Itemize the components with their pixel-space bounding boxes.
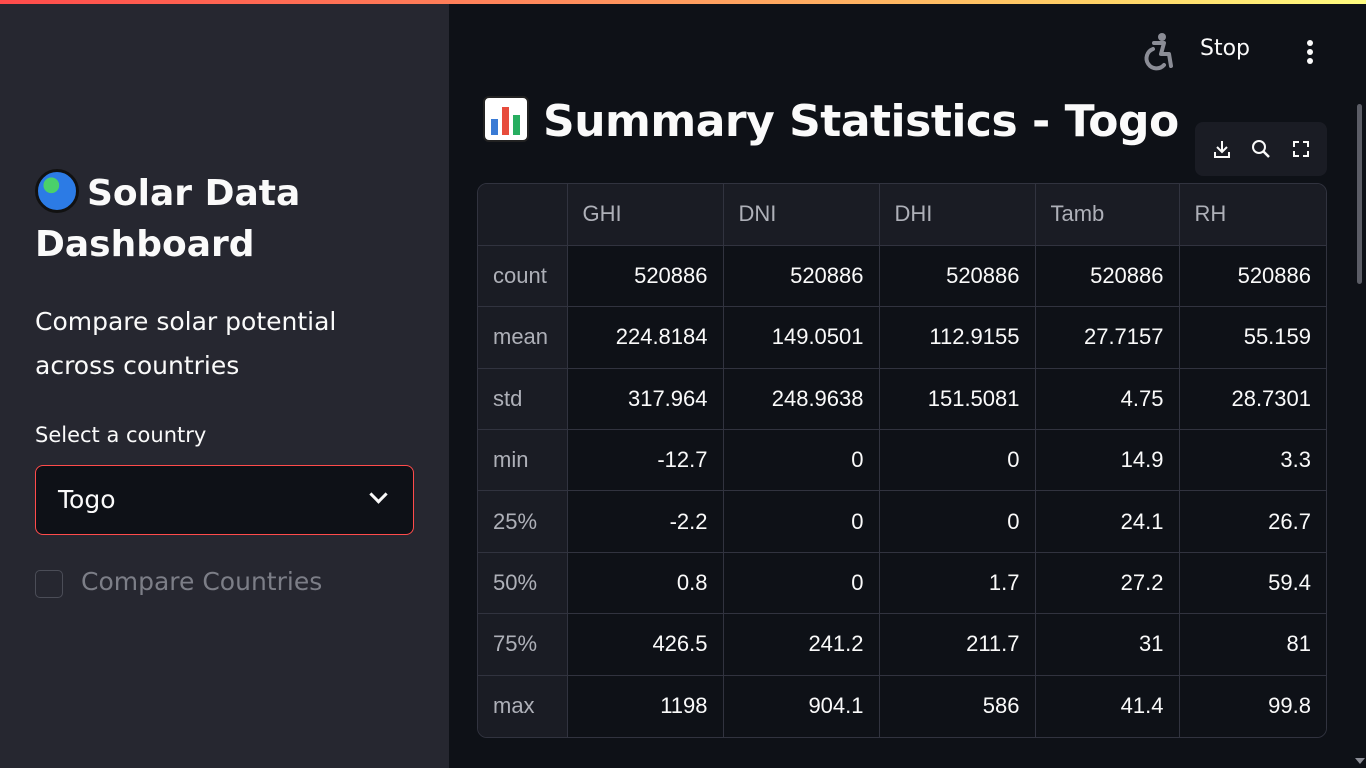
- table-cell[interactable]: 520886: [566, 244, 724, 308]
- table-cell[interactable]: 426.5: [566, 613, 724, 676]
- download-icon[interactable]: [1211, 138, 1233, 160]
- table-cell[interactable]: -12.7: [566, 429, 724, 492]
- table-cell[interactable]: 0.8: [566, 551, 724, 615]
- table-row: 75% 426.5 241.2 211.7 31 81: [478, 613, 1326, 676]
- row-label[interactable]: 75%: [478, 613, 568, 676]
- table-cell[interactable]: 520886: [1178, 244, 1326, 308]
- table-cell[interactable]: 520886: [722, 244, 880, 308]
- table-toolbar: [1195, 122, 1327, 176]
- table-header-row: GHI DNI DHI Tamb RH: [478, 184, 1326, 246]
- column-header[interactable]: DHI: [878, 184, 1036, 246]
- table-cell[interactable]: 211.7: [878, 613, 1036, 676]
- table-cell[interactable]: 28.7301: [1178, 367, 1326, 431]
- table-row: 50% 0.8 0 1.7 27.2 59.4: [478, 551, 1326, 615]
- table-cell[interactable]: 26.7: [1178, 490, 1326, 553]
- column-header[interactable]: Tamb: [1034, 184, 1180, 246]
- table-cell[interactable]: 241.2: [722, 613, 880, 676]
- table-row: std 317.964 248.9638 151.5081 4.75 28.7301: [478, 367, 1326, 431]
- table-row: 25% -2.2 0 0 24.1 26.7: [478, 490, 1326, 553]
- table-cell[interactable]: 99.8: [1178, 674, 1326, 737]
- scroll-down-arrow-icon[interactable]: [1355, 758, 1365, 764]
- table-row: min -12.7 0 0 14.9 3.3: [478, 429, 1326, 492]
- column-header[interactable]: GHI: [566, 184, 724, 246]
- table-cell[interactable]: 520886: [878, 244, 1036, 308]
- table-cell[interactable]: 81: [1178, 613, 1326, 676]
- scrollbar[interactable]: [1357, 104, 1362, 284]
- row-label[interactable]: max: [478, 674, 568, 737]
- table-cell[interactable]: 0: [878, 490, 1036, 553]
- fullscreen-icon[interactable]: [1290, 138, 1312, 160]
- table-cell[interactable]: 317.964: [566, 367, 724, 431]
- data-table: GHI DNI DHI Tamb RH count 520886 520886 520886 5…: [478, 184, 1326, 737]
- column-header[interactable]: DNI: [722, 184, 880, 246]
- table-cell[interactable]: 27.7157: [1034, 306, 1180, 369]
- row-label[interactable]: count: [478, 244, 568, 308]
- bar-chart-icon: [483, 96, 529, 142]
- table-cell[interactable]: 0: [722, 551, 880, 615]
- table-cell[interactable]: 55.159: [1178, 306, 1326, 369]
- page-title: Summary Statistics - Togo: [483, 96, 1179, 147]
- table-cell[interactable]: 248.9638: [722, 367, 880, 431]
- country-select-value: Togo: [58, 485, 116, 514]
- page-title-text: Summary Statistics - Togo: [543, 96, 1179, 147]
- sidebar-description: Compare solar potential across countries: [35, 307, 337, 380]
- sidebar: Solar Data Dashboard Compare solar poten…: [0, 0, 449, 768]
- row-label[interactable]: 25%: [478, 490, 568, 553]
- country-select-label: Select a country: [35, 423, 207, 447]
- table-row: count 520886 520886 520886 520886 520886: [478, 244, 1326, 308]
- table-cell[interactable]: 4.75: [1034, 367, 1180, 431]
- table-cell[interactable]: 1.7: [878, 551, 1036, 615]
- table-cell[interactable]: 520886: [1034, 244, 1180, 308]
- table-cell[interactable]: 904.1: [722, 674, 880, 737]
- table-cell[interactable]: 0: [722, 490, 880, 553]
- table-cell[interactable]: 224.8184: [566, 306, 724, 369]
- checkbox-box[interactable]: [35, 570, 63, 598]
- row-label[interactable]: min: [478, 429, 568, 492]
- row-label[interactable]: std: [478, 367, 568, 431]
- table-cell[interactable]: 586: [878, 674, 1036, 737]
- globe-icon: [35, 169, 79, 213]
- row-label[interactable]: 50%: [478, 551, 568, 615]
- stop-button[interactable]: Stop: [1200, 36, 1250, 61]
- table-cell[interactable]: 151.5081: [878, 367, 1036, 431]
- country-select[interactable]: Togo: [35, 465, 414, 535]
- more-vertical-icon[interactable]: [1300, 38, 1320, 66]
- table-cell[interactable]: 0: [722, 429, 880, 492]
- sidebar-title: Solar Data Dashboard: [35, 168, 415, 270]
- table-cell[interactable]: 14.9: [1034, 429, 1180, 492]
- chevron-down-icon: [369, 485, 388, 504]
- summary-table[interactable]: GHI DNI DHI Tamb RH count 520886 520886 520886 5…: [477, 183, 1327, 738]
- table-cell[interactable]: 59.4: [1178, 551, 1326, 615]
- row-label[interactable]: mean: [478, 306, 568, 369]
- compare-countries-label: Compare Countries: [81, 567, 323, 596]
- top-decoration-bar: [0, 0, 1366, 4]
- table-cell[interactable]: 112.9155: [878, 306, 1036, 369]
- table-cell[interactable]: 149.0501: [722, 306, 880, 369]
- table-cell[interactable]: 27.2: [1034, 551, 1180, 615]
- column-header[interactable]: RH: [1178, 184, 1326, 246]
- table-cell[interactable]: 41.4: [1034, 674, 1180, 737]
- accessibility-icon[interactable]: [1140, 32, 1176, 76]
- search-icon[interactable]: [1250, 138, 1272, 160]
- table-cell[interactable]: 1198: [566, 674, 724, 737]
- table-row: mean 224.8184 149.0501 112.9155 27.7157 55.15…: [478, 306, 1326, 369]
- table-corner-header: [478, 184, 568, 246]
- table-cell[interactable]: 24.1: [1034, 490, 1180, 553]
- table-cell[interactable]: 0: [878, 429, 1036, 492]
- table-cell[interactable]: -2.2: [566, 490, 724, 553]
- table-cell[interactable]: 3.3: [1178, 429, 1326, 492]
- table-row: max 1198 904.1 586 41.4 99.8: [478, 674, 1326, 737]
- table-cell[interactable]: 31: [1034, 613, 1180, 676]
